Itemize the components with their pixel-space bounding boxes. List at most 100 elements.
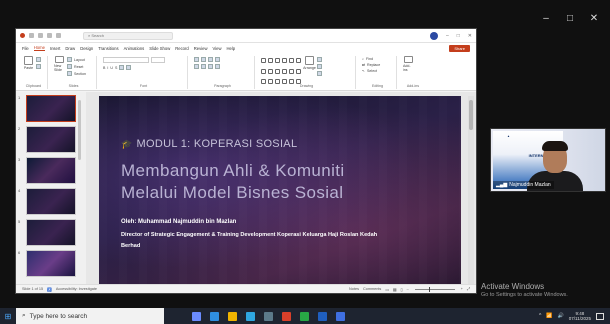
- font-color-icon[interactable]: [119, 65, 125, 70]
- indent-icon[interactable]: [208, 57, 213, 62]
- volume-icon[interactable]: 🔊: [558, 313, 564, 319]
- shape-fill-icon[interactable]: [317, 57, 322, 62]
- taskbar-app-icon-5[interactable]: [264, 311, 273, 321]
- ribbon-group-paragraph: Paragraph: [191, 56, 255, 89]
- fit-slide-icon[interactable]: ⤢: [467, 287, 470, 291]
- slide-thumbnail-4[interactable]: 4: [18, 188, 86, 219]
- shape-outline-icon[interactable]: [317, 64, 322, 69]
- slide-thumbnail-3[interactable]: 3: [18, 157, 86, 188]
- normal-view-icon[interactable]: ▭: [385, 287, 389, 292]
- ribbon-group-slides: New Slide Layout Reset Section Slides: [51, 56, 97, 89]
- add-ins-icon: [404, 56, 413, 63]
- slide-thumbnail-2[interactable]: 2: [18, 126, 86, 157]
- taskbar-app-icon-1[interactable]: [192, 311, 201, 321]
- section-button[interactable]: Section: [67, 71, 86, 76]
- taskbar-app-icon-7[interactable]: [300, 311, 309, 321]
- taskbar-app-icon-9[interactable]: [336, 311, 345, 321]
- ppt-search-input[interactable]: ⌕ Search: [83, 31, 173, 40]
- arrange-button[interactable]: Arrange: [303, 56, 316, 72]
- paste-button[interactable]: Paste: [23, 56, 34, 72]
- taskbar-search-input[interactable]: ⌕ Type here to search: [16, 308, 164, 324]
- menu-home[interactable]: Home: [33, 45, 45, 51]
- taskbar-app-icon-3[interactable]: [228, 311, 237, 321]
- account-avatar[interactable]: [429, 31, 438, 40]
- menu-insert[interactable]: Insert: [50, 46, 60, 51]
- replace-button[interactable]: ⇄ Replace: [362, 63, 380, 67]
- minimize-button[interactable]: –: [536, 13, 556, 24]
- redo-icon[interactable]: [47, 33, 52, 38]
- menu-review[interactable]: Review: [194, 46, 208, 51]
- bold-icon[interactable]: B: [103, 66, 105, 70]
- participant-video[interactable]: ▲ INTERNATIONAL ▂▄▆ Najmuddin Mazlan: [490, 128, 606, 192]
- menu-slide-show[interactable]: Slide Show: [149, 46, 170, 51]
- taskbar-app-icon-2[interactable]: [210, 311, 219, 321]
- justify-icon[interactable]: [215, 64, 220, 69]
- select-button[interactable]: ↖ Select: [362, 69, 380, 73]
- reading-view-icon[interactable]: ▯: [401, 287, 403, 292]
- add-ins-button[interactable]: Add-ins: [403, 56, 414, 72]
- align-center-icon[interactable]: [201, 64, 206, 69]
- shape-effects-icon[interactable]: [317, 71, 322, 76]
- slide-number: 5: [18, 219, 21, 224]
- thumbnails-scrollbar[interactable]: [78, 100, 81, 160]
- align-right-icon[interactable]: [208, 64, 213, 69]
- slide-sorter-icon[interactable]: ▦: [393, 287, 397, 292]
- start-button[interactable]: ⊞: [0, 312, 16, 321]
- line-spacing-icon[interactable]: [215, 57, 220, 62]
- zoom-in-icon[interactable]: +: [461, 287, 463, 291]
- customize-icon[interactable]: [56, 33, 61, 38]
- cut-icon[interactable]: [36, 57, 41, 62]
- font-name-select[interactable]: [103, 57, 149, 63]
- taskbar-app-icon-4[interactable]: [246, 311, 255, 321]
- menu-transitions[interactable]: Transitions: [98, 46, 118, 51]
- slide-thumbnail-6[interactable]: 6: [18, 250, 86, 281]
- align-left-icon[interactable]: [194, 64, 199, 69]
- menu-design[interactable]: Design: [80, 46, 93, 51]
- ppt-maximize-icon[interactable]: □: [457, 33, 460, 39]
- slide-number: 1: [18, 95, 21, 100]
- new-slide-button[interactable]: New Slide: [54, 56, 65, 72]
- close-button[interactable]: ✕: [584, 13, 604, 24]
- group-label-paragraph: Paragraph: [214, 84, 231, 88]
- menu-view[interactable]: View: [212, 46, 221, 51]
- bullets-icon[interactable]: [194, 57, 199, 62]
- menu-animations[interactable]: Animations: [124, 46, 145, 51]
- zoom-out-icon[interactable]: –: [407, 287, 409, 291]
- font-size-select[interactable]: [151, 57, 165, 63]
- system-tray: ^ 📶 🔊 9:48 07/11/2025: [539, 311, 610, 321]
- share-button[interactable]: Share: [449, 44, 470, 52]
- notifications-icon[interactable]: [596, 312, 604, 320]
- comments-button[interactable]: Comments: [363, 287, 381, 291]
- slide-thumbnail-5[interactable]: 5: [18, 219, 86, 250]
- chevron-up-icon[interactable]: ^: [539, 313, 541, 319]
- taskbar-app-icon-8[interactable]: [318, 311, 327, 321]
- clock[interactable]: 9:48 07/11/2025: [569, 311, 591, 321]
- slide-scrollbar-thumb[interactable]: [469, 100, 473, 130]
- highlight-icon[interactable]: [126, 65, 132, 70]
- menu-file[interactable]: File: [22, 46, 29, 51]
- maximize-button[interactable]: □: [560, 13, 580, 24]
- copy-icon[interactable]: [36, 64, 41, 69]
- slide-canvas[interactable]: 🎓 MODUL 1: KOPERASI SOSIAL Membangun Ahl…: [99, 96, 461, 285]
- save-icon[interactable]: [29, 33, 34, 38]
- menu-record[interactable]: Record: [175, 46, 189, 51]
- underline-icon[interactable]: U: [110, 66, 113, 70]
- layout-button[interactable]: Layout: [67, 57, 86, 62]
- notes-button[interactable]: Notes: [349, 287, 359, 291]
- ppt-minimize-icon[interactable]: –: [446, 33, 449, 39]
- slide-thumbnail-1[interactable]: 1: [18, 95, 86, 126]
- ppt-close-icon[interactable]: ✕: [468, 33, 472, 39]
- menu-help[interactable]: Help: [226, 46, 235, 51]
- zoom-slider[interactable]: [414, 286, 455, 292]
- menu-draw[interactable]: Draw: [65, 46, 75, 51]
- network-icon[interactable]: 📶: [546, 313, 552, 319]
- italic-icon[interactable]: I: [107, 66, 108, 70]
- slide-scrollbar[interactable]: [468, 96, 474, 285]
- accessibility-status[interactable]: Accessibility: Investigate: [56, 287, 97, 291]
- reset-button[interactable]: Reset: [67, 64, 86, 69]
- taskbar-app-icon-6[interactable]: [282, 311, 291, 321]
- undo-icon[interactable]: [38, 33, 43, 38]
- find-button[interactable]: ⌕ Find: [362, 57, 380, 61]
- numbering-icon[interactable]: [201, 57, 206, 62]
- strikethrough-icon[interactable]: S: [115, 66, 117, 70]
